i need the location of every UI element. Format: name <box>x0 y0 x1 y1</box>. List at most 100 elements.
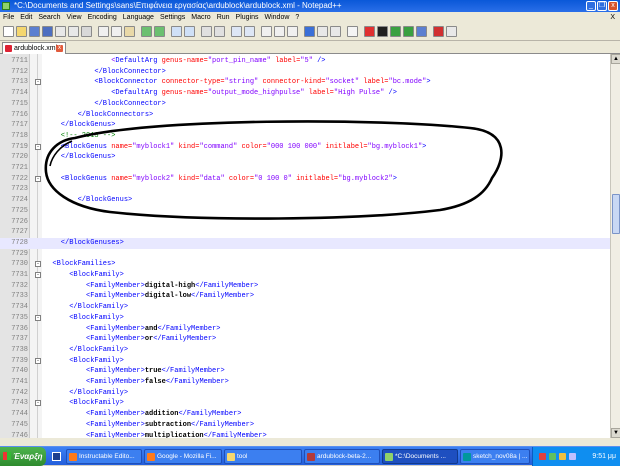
code-line[interactable]: 7721 <box>0 163 610 174</box>
fold-toggle-icon[interactable]: - <box>35 175 41 182</box>
code-line[interactable]: 7713- <BlockConnector connector-type="st… <box>0 77 610 88</box>
tab-ardublock-xml[interactable]: ardublock.xml x <box>2 42 66 54</box>
sync-horizontal-icon[interactable] <box>244 26 255 37</box>
paste-icon[interactable] <box>124 26 135 37</box>
tab-close-icon[interactable]: x <box>56 45 63 52</box>
code-line[interactable]: 7727 <box>0 227 610 238</box>
language-icon[interactable] <box>569 453 576 460</box>
zoom-in-icon[interactable] <box>201 26 212 37</box>
save-all-icon[interactable] <box>42 26 53 37</box>
antivirus-icon[interactable] <box>539 453 546 460</box>
word-wrap-icon[interactable] <box>261 26 272 37</box>
code-line[interactable]: 7731 - <BlockFamily> <box>0 270 610 281</box>
close-button[interactable]: x <box>608 1 618 11</box>
code-line[interactable]: 7716 </BlockConnectors> <box>0 110 610 121</box>
menu-language[interactable]: Language <box>120 12 157 23</box>
sync-vertical-icon[interactable] <box>231 26 242 37</box>
maximize-button[interactable]: ❐ <box>597 1 607 11</box>
indent-guide-icon[interactable] <box>287 26 298 37</box>
taskbar-item-notepad[interactable]: *C:\Documents ... <box>382 449 458 464</box>
code-line[interactable]: 7714 <DefaultArg genus-name="output_mode… <box>0 88 610 99</box>
start-button[interactable]: Έναρξη <box>0 447 46 466</box>
redo-icon[interactable] <box>154 26 165 37</box>
record-macro-icon[interactable] <box>364 26 375 37</box>
cut-icon[interactable] <box>98 26 109 37</box>
close-file-icon[interactable] <box>55 26 66 37</box>
user-language-icon[interactable] <box>304 26 315 37</box>
function-list-icon[interactable] <box>330 26 341 37</box>
replace-icon[interactable] <box>184 26 195 37</box>
fold-toggle-icon[interactable]: - <box>35 79 41 86</box>
taskbar-item-instructables[interactable]: Instructable Edito... <box>66 449 142 464</box>
plugin-icon[interactable] <box>446 26 457 37</box>
title-bar[interactable]: *C:\Documents and Settings\sans\Επιφάνει… <box>0 0 620 12</box>
code-line[interactable]: 7722- <BlockGenus name="myblock2" kind="… <box>0 174 610 185</box>
code-line[interactable]: 7711 <DefaultArg genus-name="port_pin_na… <box>0 56 610 67</box>
show-all-chars-icon[interactable] <box>274 26 285 37</box>
code-line[interactable]: 7718 <!-- 2013 --> <box>0 131 610 142</box>
menu-view[interactable]: View <box>64 12 85 23</box>
scroll-down-icon[interactable]: ▼ <box>611 428 620 438</box>
close-document-button[interactable]: X <box>607 12 618 23</box>
document-map-icon[interactable] <box>317 26 328 37</box>
code-line[interactable]: 7728 </BlockGenuses> <box>0 237 610 249</box>
taskbar-item-ardublock-archive[interactable]: ardublock-beta-2... <box>304 449 380 464</box>
code-line[interactable]: 7712 </BlockConnector> <box>0 67 610 78</box>
new-file-icon[interactable] <box>3 26 14 37</box>
fold-toggle-icon[interactable]: - <box>35 357 41 364</box>
code-line[interactable]: 7720 </BlockGenus> <box>0 152 610 163</box>
play-macro-icon[interactable] <box>390 26 401 37</box>
fold-toggle-icon[interactable]: - <box>35 314 41 321</box>
close-all-icon[interactable] <box>68 26 79 37</box>
menu-plugins[interactable]: Plugins <box>233 12 262 23</box>
code-line[interactable]: 7736 <FamilyMember>and</FamilyMember> <box>0 324 610 335</box>
code-line[interactable]: 7746 <FamilyMember>multiplication</Famil… <box>0 431 610 439</box>
menu-run[interactable]: Run <box>214 12 233 23</box>
network-icon[interactable] <box>549 453 556 460</box>
menu-file[interactable]: File <box>0 12 17 23</box>
fold-toggle-icon[interactable]: - <box>35 400 41 407</box>
zoom-out-icon[interactable] <box>214 26 225 37</box>
code-line[interactable]: 7745 <FamilyMember>subtraction</FamilyMe… <box>0 420 610 431</box>
spell-check-icon[interactable] <box>433 26 444 37</box>
code-line[interactable]: 7725 <box>0 206 610 217</box>
save-icon[interactable] <box>29 26 40 37</box>
print-icon[interactable] <box>81 26 92 37</box>
code-line[interactable]: 7717 </BlockGenus> <box>0 120 610 131</box>
code-line[interactable]: 7729 <box>0 249 610 260</box>
focus-icon[interactable] <box>347 26 358 37</box>
code-line[interactable]: 7733 <FamilyMember>digital-low</FamilyMe… <box>0 291 610 302</box>
volume-icon[interactable] <box>559 453 566 460</box>
code-line[interactable]: 7735- <BlockFamily> <box>0 313 610 324</box>
code-line[interactable]: 7723 <box>0 184 610 195</box>
code-line[interactable]: 7738 </BlockFamily> <box>0 345 610 356</box>
menu-macro[interactable]: Macro <box>188 12 213 23</box>
menu-search[interactable]: Search <box>35 12 63 23</box>
code-line[interactable]: 7734 </BlockFamily> <box>0 302 610 313</box>
taskbar-item-google-firefox[interactable]: Google - Mozilla Fi... <box>144 449 222 464</box>
open-file-icon[interactable] <box>16 26 27 37</box>
code-line[interactable]: 7742 </BlockFamily> <box>0 388 610 399</box>
fold-toggle-icon[interactable]: - <box>35 272 41 278</box>
code-line[interactable]: 7741 <FamilyMember>false</FamilyMember> <box>0 377 610 388</box>
code-line[interactable]: 7724 </BlockGenus> <box>0 195 610 206</box>
save-macro-icon[interactable] <box>416 26 427 37</box>
code-line[interactable]: 7719- <BlockGenus name="myblock1" kind="… <box>0 142 610 153</box>
copy-icon[interactable] <box>111 26 122 37</box>
fold-toggle-icon[interactable]: - <box>35 261 41 268</box>
find-icon[interactable] <box>171 26 182 37</box>
vertical-scrollbar[interactable]: ▲ ▼ <box>610 54 620 438</box>
code-line[interactable]: 7737 <FamilyMember>or</FamilyMember> <box>0 334 610 345</box>
code-line[interactable]: 7743- <BlockFamily> <box>0 398 610 409</box>
code-line[interactable]: 7739- <BlockFamily> <box>0 356 610 367</box>
code-line[interactable]: 7744 <FamilyMember>addition</FamilyMembe… <box>0 409 610 420</box>
text-editor[interactable]: 7711 <DefaultArg genus-name="port_pin_na… <box>0 54 610 438</box>
run-macro-multiple-icon[interactable] <box>403 26 414 37</box>
code-line[interactable]: 7730- <BlockFamilies> <box>0 259 610 270</box>
menu-window[interactable]: Window <box>262 12 293 23</box>
scroll-thumb[interactable] <box>612 194 620 234</box>
undo-icon[interactable] <box>141 26 152 37</box>
fold-toggle-icon[interactable]: - <box>35 143 41 150</box>
menu-encoding[interactable]: Encoding <box>85 12 120 23</box>
menu-settings[interactable]: Settings <box>157 12 188 23</box>
